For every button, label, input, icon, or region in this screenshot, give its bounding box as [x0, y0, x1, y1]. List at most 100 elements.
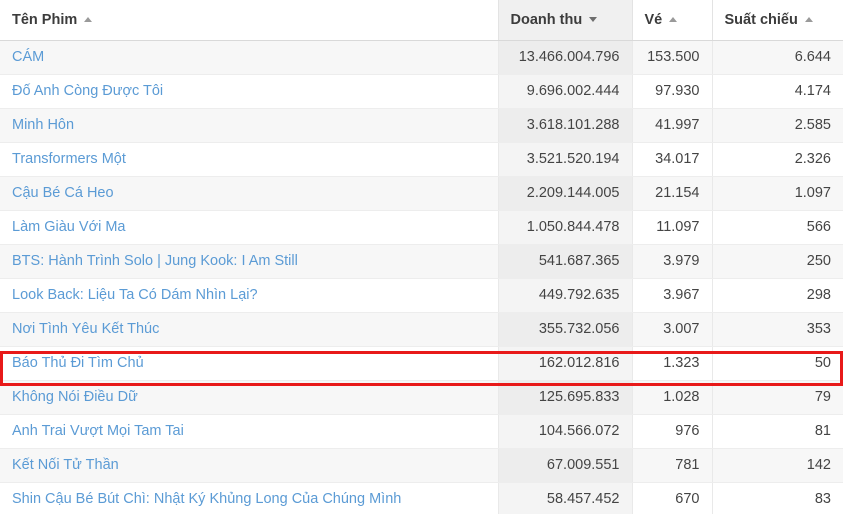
cell-revenue: 58.457.452	[498, 482, 633, 514]
cell-revenue: 1.050.844.478	[498, 210, 633, 245]
caret-up-icon[interactable]	[669, 17, 678, 23]
cell-revenue: 3.521.520.194	[498, 142, 633, 177]
film-link[interactable]: Cậu Bé Cá Heo	[12, 185, 114, 201]
table-row[interactable]: Cậu Bé Cá Heo 2.209.144.005 21.154 1.097	[0, 176, 843, 211]
column-header-label: Vé	[644, 11, 663, 28]
cell-revenue: 162.012.816	[498, 346, 633, 381]
cell-film-name: Báo Thủ Đi Tìm Chủ	[0, 346, 499, 381]
table-row[interactable]: BTS: Hành Trình Solo | Jung Kook: I Am S…	[0, 244, 843, 279]
table-row[interactable]: Báo Thủ Đi Tìm Chủ 162.012.816 1.323 50	[0, 346, 843, 381]
cell-showtimes: 79	[712, 380, 843, 415]
cell-tickets: 3.979	[632, 244, 713, 279]
table-row[interactable]: Transformers Một 3.521.520.194 34.017 2.326	[0, 142, 843, 177]
cell-showtimes: 4.174	[712, 74, 843, 109]
cell-film-name: Anh Trai Vượt Mọi Tam Tai	[0, 414, 499, 449]
cell-film-name: Không Nói Điều Dữ	[0, 380, 499, 415]
table-row[interactable]: Minh Hôn 3.618.101.288 41.997 2.585	[0, 108, 843, 143]
cell-film-name: Minh Hôn	[0, 108, 499, 143]
cell-revenue: 2.209.144.005	[498, 176, 633, 211]
film-link[interactable]: Làm Giàu Với Ma	[12, 219, 125, 235]
cell-tickets: 3.967	[632, 278, 713, 313]
table-container: Tên Phim Doanh thu Vé Suất chiếu CÁM 13.466.…	[0, 0, 843, 514]
cell-film-name: Look Back: Liệu Ta Có Dám Nhìn Lại?	[0, 278, 499, 313]
cell-tickets: 781	[632, 448, 713, 483]
cell-tickets: 11.097	[632, 210, 713, 245]
cell-revenue: 3.618.101.288	[498, 108, 633, 143]
film-link[interactable]: Không Nói Điều Dữ	[12, 389, 138, 405]
cell-tickets: 153.500	[632, 40, 713, 75]
cell-showtimes: 81	[712, 414, 843, 449]
table-row[interactable]: Đố Anh Còng Được Tôi 9.696.002.444 97.930 4…	[0, 74, 843, 109]
table-body: CÁM 13.466.004.796 153.500 6.644 Đố Anh Còng…	[0, 40, 843, 514]
cell-film-name: Kết Nối Tử Thần	[0, 448, 499, 483]
film-link[interactable]: Look Back: Liệu Ta Có Dám Nhìn Lại?	[12, 287, 258, 303]
table-row[interactable]: Kết Nối Tử Thần 67.009.551 781 142	[0, 448, 843, 483]
cell-showtimes: 2.326	[712, 142, 843, 177]
column-header-label: Doanh thu	[510, 11, 583, 28]
film-link[interactable]: Kết Nối Tử Thần	[12, 457, 119, 473]
cell-showtimes: 1.097	[712, 176, 843, 211]
cell-revenue: 104.566.072	[498, 414, 633, 449]
cell-showtimes: 142	[712, 448, 843, 483]
cell-revenue: 9.696.002.444	[498, 74, 633, 109]
cell-revenue: 13.466.004.796	[498, 40, 633, 75]
film-link[interactable]: Nơi Tình Yêu Kết Thúc	[12, 321, 159, 337]
cell-tickets: 976	[632, 414, 713, 449]
cell-film-name: CÁM	[0, 40, 499, 75]
cell-showtimes: 6.644	[712, 40, 843, 75]
cell-revenue: 125.695.833	[498, 380, 633, 415]
table-row[interactable]: Anh Trai Vượt Mọi Tam Tai 104.566.072 976 8…	[0, 414, 843, 449]
cell-tickets: 3.007	[632, 312, 713, 347]
film-link[interactable]: Anh Trai Vượt Mọi Tam Tai	[12, 423, 184, 439]
cell-revenue: 355.732.056	[498, 312, 633, 347]
cell-tickets: 21.154	[632, 176, 713, 211]
table-row[interactable]: CÁM 13.466.004.796 153.500 6.644	[0, 40, 843, 75]
cell-film-name: Đố Anh Còng Được Tôi	[0, 74, 499, 109]
cell-showtimes: 298	[712, 278, 843, 313]
table-row[interactable]: Shin Cậu Bé Bút Chì: Nhật Ký Khủng Long …	[0, 482, 843, 514]
box-office-table: Tên Phim Doanh thu Vé Suất chiếu CÁM 13.466.…	[0, 0, 843, 514]
cell-tickets: 97.930	[632, 74, 713, 109]
cell-film-name: Cậu Bé Cá Heo	[0, 176, 499, 211]
column-header-tick[interactable]: Vé	[632, 0, 713, 41]
column-header-name[interactable]: Tên Phim	[0, 0, 499, 41]
cell-tickets: 34.017	[632, 142, 713, 177]
caret-down-icon[interactable]	[589, 17, 598, 23]
film-link[interactable]: Shin Cậu Bé Bút Chì: Nhật Ký Khủng Long …	[12, 491, 401, 507]
film-link[interactable]: BTS: Hành Trình Solo | Jung Kook: I Am S…	[12, 253, 298, 269]
cell-showtimes: 2.585	[712, 108, 843, 143]
cell-showtimes: 353	[712, 312, 843, 347]
cell-showtimes: 250	[712, 244, 843, 279]
column-header-rev[interactable]: Doanh thu	[498, 0, 633, 41]
column-header-label: Tên Phim	[12, 11, 78, 28]
cell-tickets: 670	[632, 482, 713, 514]
caret-up-icon[interactable]	[84, 17, 93, 23]
cell-tickets: 41.997	[632, 108, 713, 143]
cell-tickets: 1.028	[632, 380, 713, 415]
cell-film-name: Làm Giàu Với Ma	[0, 210, 499, 245]
header-row: Tên Phim Doanh thu Vé Suất chiếu	[0, 0, 843, 41]
cell-film-name: Nơi Tình Yêu Kết Thúc	[0, 312, 499, 347]
column-header-shows[interactable]: Suất chiếu	[712, 0, 843, 41]
table-row[interactable]: Làm Giàu Với Ma 1.050.844.478 11.097 566	[0, 210, 843, 245]
film-link[interactable]: Minh Hôn	[12, 117, 74, 133]
cell-showtimes: 50	[712, 346, 843, 381]
film-link[interactable]: Transformers Một	[12, 151, 126, 167]
cell-film-name: Shin Cậu Bé Bút Chì: Nhật Ký Khủng Long …	[0, 482, 499, 514]
cell-showtimes: 566	[712, 210, 843, 245]
cell-revenue: 541.687.365	[498, 244, 633, 279]
table-row[interactable]: Nơi Tình Yêu Kết Thúc 355.732.056 3.007 353	[0, 312, 843, 347]
cell-revenue: 449.792.635	[498, 278, 633, 313]
cell-film-name: Transformers Một	[0, 142, 499, 177]
film-link[interactable]: CÁM	[12, 49, 44, 65]
cell-tickets: 1.323	[632, 346, 713, 381]
caret-up-icon[interactable]	[804, 17, 813, 23]
cell-revenue: 67.009.551	[498, 448, 633, 483]
film-link[interactable]: Báo Thủ Đi Tìm Chủ	[12, 355, 144, 371]
film-link[interactable]: Đố Anh Còng Được Tôi	[12, 83, 163, 99]
table-header: Tên Phim Doanh thu Vé Suất chiếu	[0, 0, 843, 41]
table-row[interactable]: Look Back: Liệu Ta Có Dám Nhìn Lại? 449.7…	[0, 278, 843, 313]
cell-showtimes: 83	[712, 482, 843, 514]
cell-film-name: BTS: Hành Trình Solo | Jung Kook: I Am S…	[0, 244, 499, 279]
table-row[interactable]: Không Nói Điều Dữ 125.695.833 1.028 79	[0, 380, 843, 415]
